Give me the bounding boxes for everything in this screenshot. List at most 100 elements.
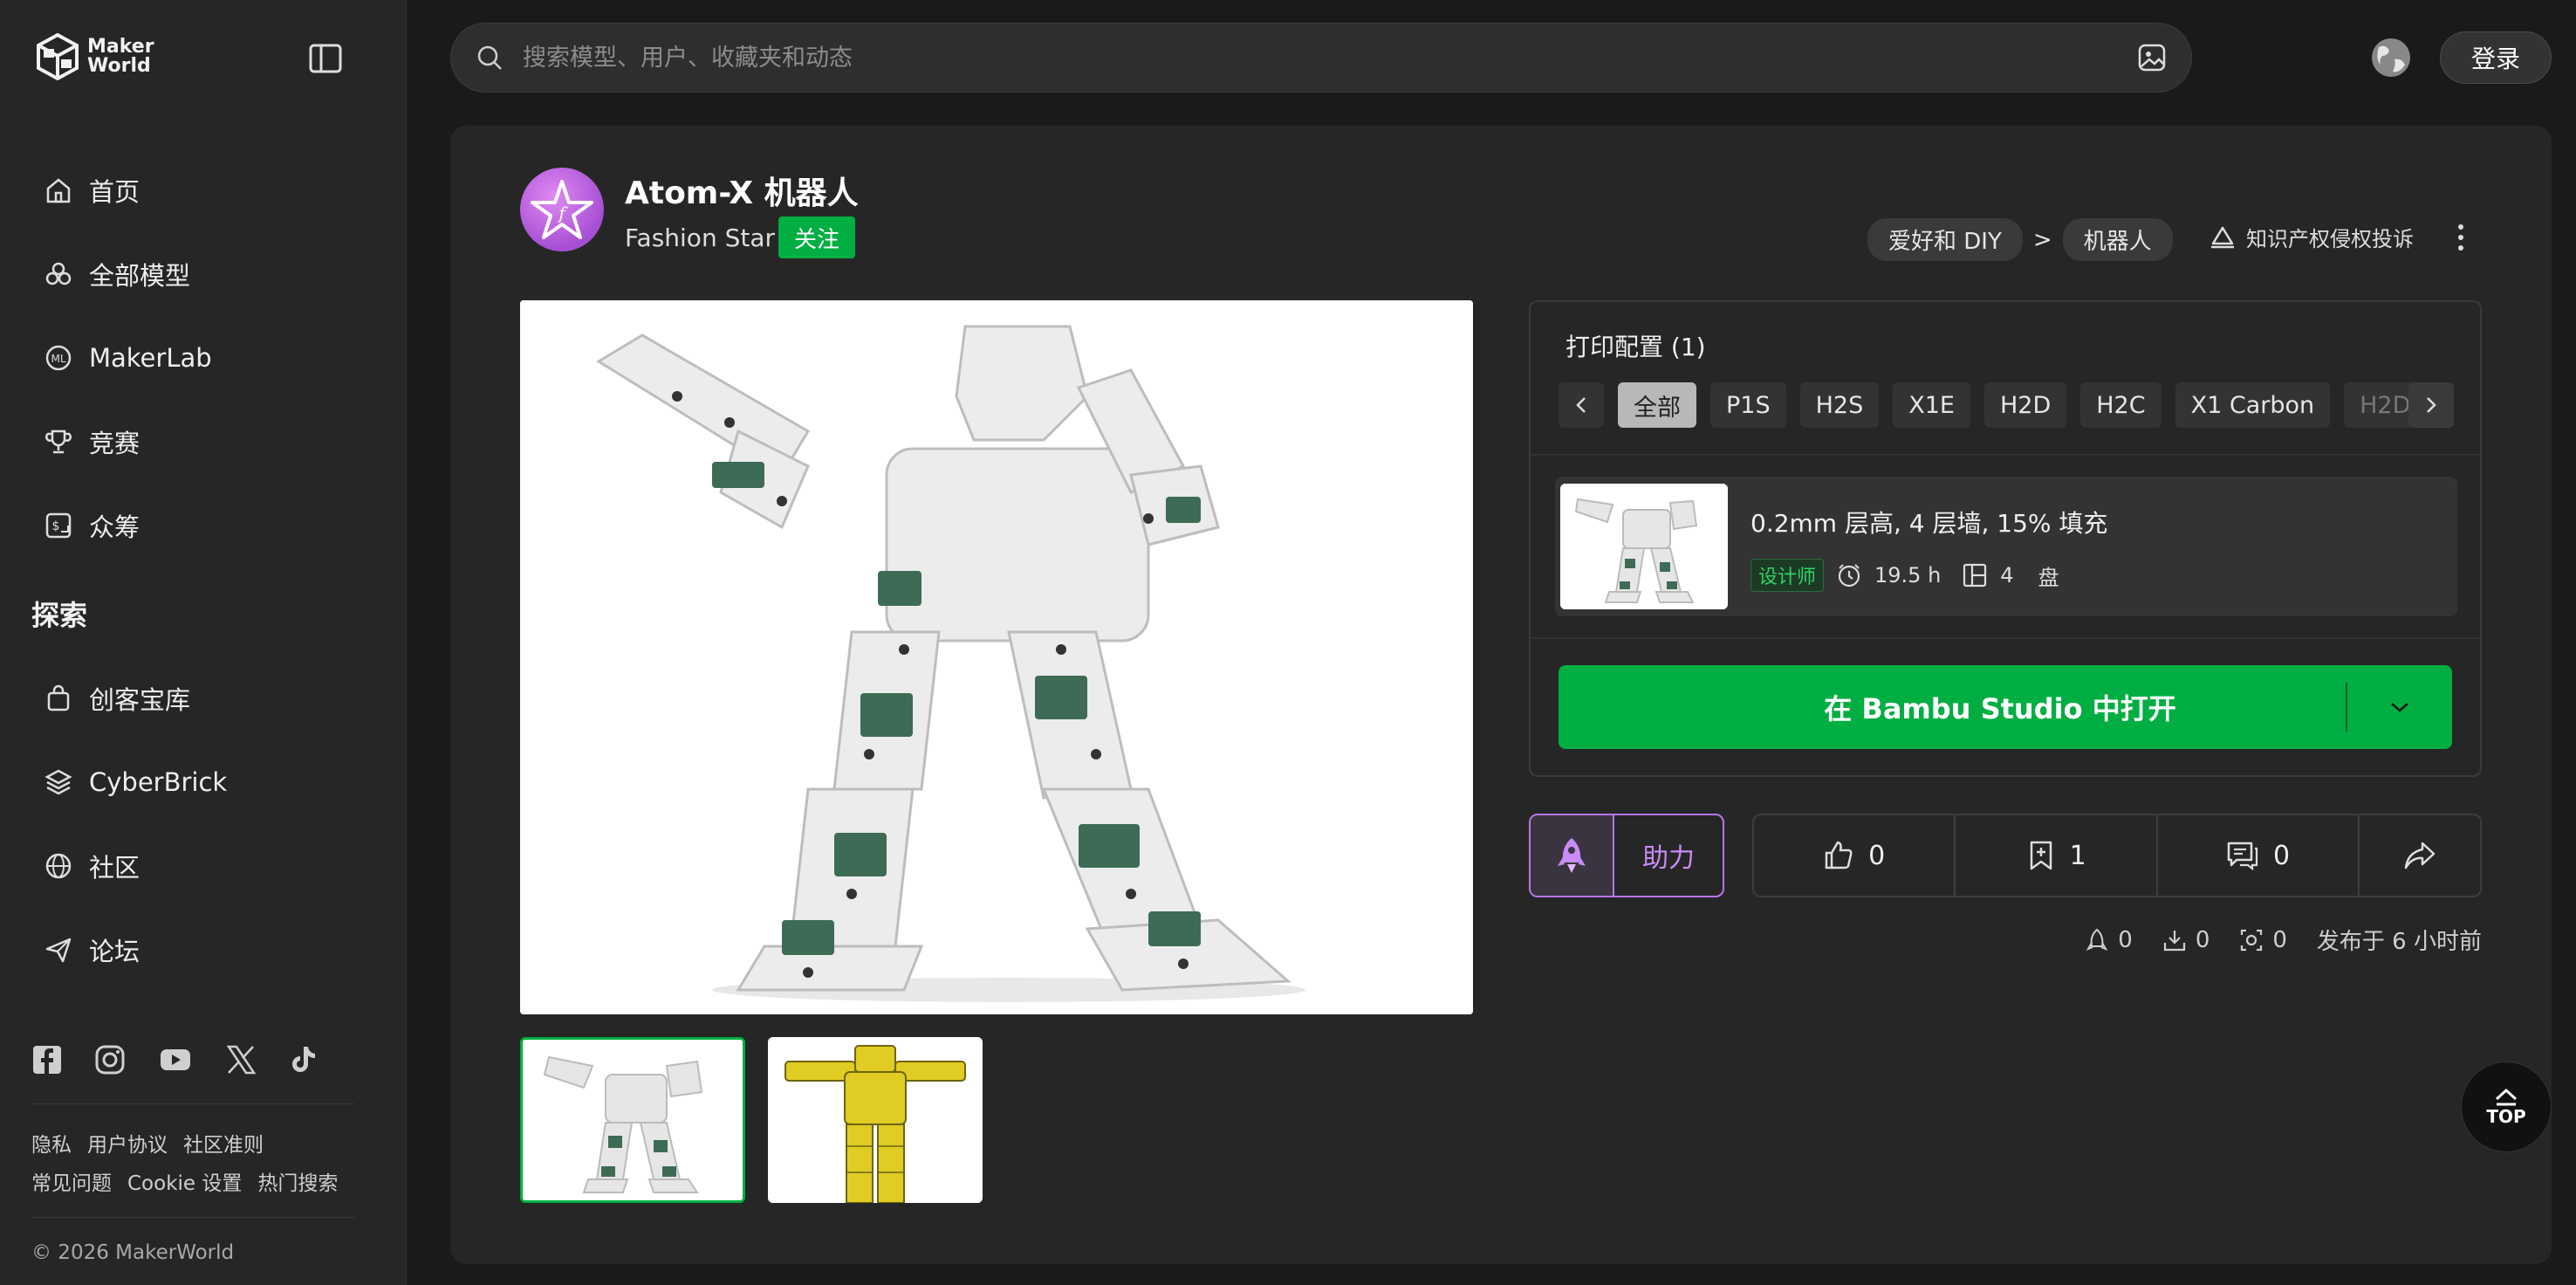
filter-x1e[interactable]: X1E (1893, 382, 1970, 428)
sidebar-item-community[interactable]: 社区 (31, 824, 375, 908)
print-time: 19.5 h (1874, 563, 1942, 588)
sidebar-collapse-icon[interactable] (309, 44, 342, 73)
more-options-icon[interactable] (2452, 222, 2470, 253)
boost-label: 助力 (1642, 843, 1695, 874)
filter-p1s[interactable]: P1S (1710, 382, 1786, 428)
sidebar-item-label: CyberBrick (89, 767, 228, 797)
sidebar-item-maker-store[interactable]: 创客宝库 (31, 656, 375, 740)
sidebar-item-label: 竞赛 (89, 429, 140, 458)
rocket-icon (1558, 838, 1586, 873)
clock-icon (1838, 564, 1860, 588)
sidebar-item-label: 全部模型 (89, 261, 191, 291)
download-icon (2163, 930, 2185, 951)
print-profile-item[interactable]: 0.2mm 层高, 4 层墙, 15% 填充 设计师 19.5 h 4 盘 (1555, 477, 2457, 616)
filter-h2c[interactable]: H2C (2080, 382, 2162, 428)
x-icon[interactable] (225, 1044, 257, 1075)
follow-button[interactable]: 关注 (778, 216, 855, 258)
filter-h2s[interactable]: H2S (1799, 382, 1880, 428)
sidebar-item-contests[interactable]: 竞赛 (31, 400, 375, 484)
engagement-actions: 0 1 0 (1752, 814, 2482, 897)
collect-button[interactable]: 1 (1956, 815, 2158, 896)
like-button[interactable]: 0 (1754, 815, 1956, 896)
copyright: © 2026 MakerWorld (31, 1241, 235, 1264)
boost-count-icon (2086, 928, 2108, 951)
sidebar-item-label: MakerLab (89, 343, 212, 373)
footer-divider (31, 1103, 354, 1104)
model-main-image[interactable] (520, 300, 1473, 1014)
search-input[interactable] (523, 44, 2137, 72)
filter-h2d[interactable]: H2D (1983, 382, 2067, 428)
ip-report-label: 知识产权侵权投诉 (2246, 227, 2414, 251)
makerworld-logo[interactable]: Maker World (37, 33, 154, 80)
makerlab-icon: ML (45, 345, 72, 371)
back-to-top-label: TOP (2486, 1106, 2526, 1127)
publish-time: 发布于 6 小时前 (2316, 929, 2482, 955)
profile-name: 0.2mm 层高, 4 层墙, 15% 填充 (1750, 509, 2108, 538)
breadcrumb-category[interactable]: 爱好和 DIY (1867, 218, 2023, 261)
facebook-icon[interactable] (31, 1044, 63, 1075)
makerworld-logo-icon (37, 33, 79, 80)
sidebar-item-label: 创客宝库 (89, 685, 191, 715)
profile-robot-image (1560, 484, 1728, 609)
plate-icon (1963, 563, 1987, 588)
logo-text-line1: Maker (87, 36, 154, 58)
explore-nav: 创客宝库 CyberBrick 社区 论坛 (31, 656, 375, 992)
robot-thumbnail-image (523, 1040, 743, 1200)
main-nav: 首页 全部模型 ML MakerLab 竞赛 $ 众筹 (31, 148, 375, 567)
comment-button[interactable]: 0 (2158, 815, 2360, 896)
footer-link-cookie[interactable]: Cookie 设置 (127, 1166, 242, 1196)
sidebar-item-home[interactable]: 首页 (31, 148, 375, 232)
footer-link-faq[interactable]: 常见问题 (31, 1166, 112, 1196)
sidebar-item-forum[interactable]: 论坛 (31, 908, 375, 992)
print-count: 0 (2272, 926, 2287, 953)
footer-link-guidelines[interactable]: 社区准则 (183, 1128, 264, 1158)
sidebar-item-makerlab[interactable]: ML MakerLab (31, 316, 375, 400)
image-search-icon[interactable] (2137, 43, 2167, 72)
sidebar-item-crowdfunding[interactable]: $ 众筹 (31, 484, 375, 567)
ip-report-link[interactable]: 知识产权侵权投诉 (2209, 222, 2414, 252)
filter-next-button[interactable] (2408, 382, 2454, 428)
share-button[interactable] (2360, 815, 2480, 896)
login-button[interactable]: 登录 (2440, 31, 2552, 84)
breadcrumb-subcategory[interactable]: 机器人 (2062, 218, 2173, 261)
footer-links-row-1: 隐私 用户协议 社区准则 (31, 1128, 264, 1158)
youtube-icon[interactable] (157, 1044, 194, 1075)
language-globe-icon[interactable] (2370, 37, 2412, 79)
filter-all[interactable]: 全部 (1618, 382, 1696, 428)
sidebar-item-all-models[interactable]: 全部模型 (31, 232, 375, 316)
open-in-bambu-studio-button[interactable]: 在 Bambu Studio 中打开 (1559, 665, 2452, 749)
thumbnail-1[interactable] (520, 1037, 745, 1203)
explore-section-title: 探索 (31, 599, 88, 632)
search-bar[interactable] (450, 23, 2192, 93)
globe-icon (45, 853, 72, 879)
plate-count: 4 (2000, 563, 2014, 588)
footer-link-terms[interactable]: 用户协议 (87, 1128, 168, 1158)
collect-count: 1 (2069, 840, 2086, 871)
svg-text:f: f (557, 203, 568, 223)
boost-button[interactable]: 助力 (1529, 814, 1724, 897)
footer-link-privacy[interactable]: 隐私 (31, 1128, 72, 1158)
models-icon (45, 262, 72, 285)
instagram-icon[interactable] (94, 1044, 126, 1075)
filter-x1-carbon[interactable]: X1 Carbon (2175, 382, 2331, 428)
author-avatar[interactable]: f (520, 168, 604, 251)
open-options-dropdown[interactable] (2347, 700, 2452, 714)
designer-badge: 设计师 (1750, 559, 1825, 592)
thumbnail-2[interactable] (768, 1037, 983, 1203)
author-name[interactable]: Fashion Star (625, 223, 775, 252)
breadcrumb-separator: > (2032, 226, 2052, 253)
sidebar-item-label: 社区 (89, 853, 140, 883)
social-links (31, 1044, 319, 1075)
filter-prev-button[interactable] (1559, 382, 1604, 428)
boost-icon-wrap (1531, 815, 1614, 896)
plate-unit: 盘 (2038, 565, 2059, 590)
filter-h2d-2[interactable]: H2D (2344, 382, 2416, 428)
tiktok-icon[interactable] (288, 1044, 319, 1075)
config-divider (1531, 454, 2480, 456)
profile-meta: 设计师 19.5 h 4 盘 (1750, 559, 2059, 592)
sidebar-item-cyberbrick[interactable]: CyberBrick (31, 740, 375, 824)
footer-link-trending[interactable]: 热门搜索 (257, 1166, 338, 1196)
back-to-top-button[interactable]: TOP (2461, 1062, 2552, 1152)
arrow-up-icon (2495, 1088, 2518, 1106)
boost-count: 0 (2118, 926, 2133, 953)
